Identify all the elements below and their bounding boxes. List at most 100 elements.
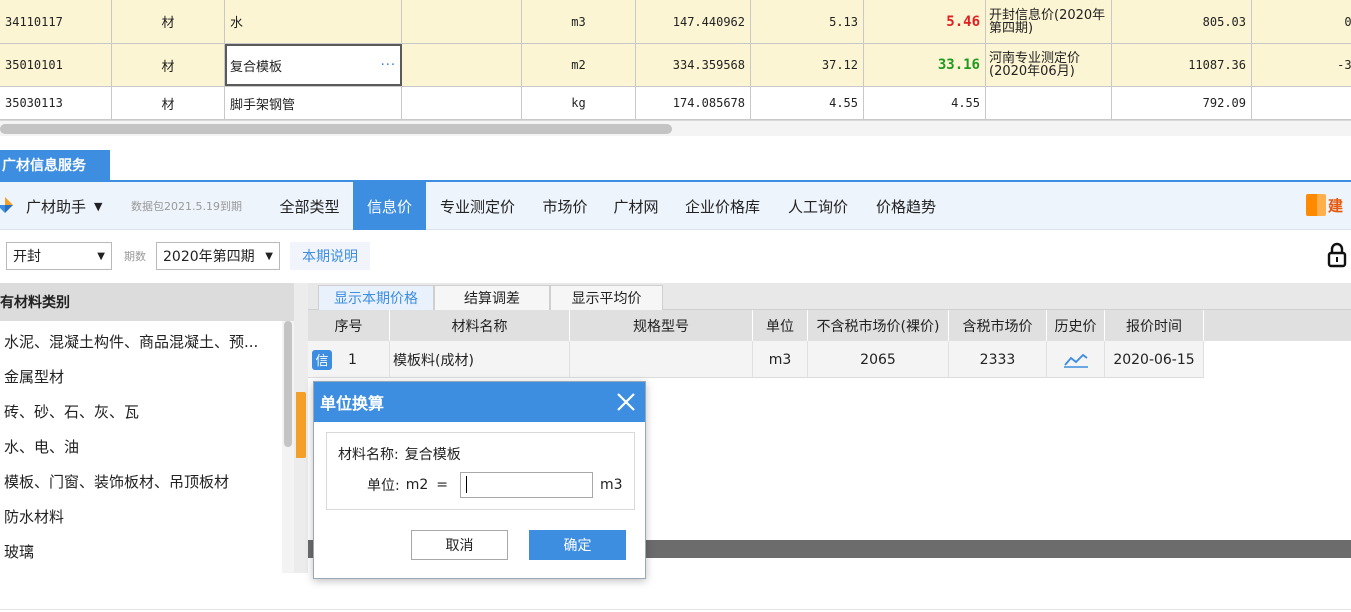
table-row[interactable]: 35030113 材 脚手架钢管 kg 174.085678 4.55 4.55… (0, 87, 1351, 120)
region-select[interactable]: 开封 ▼ (6, 242, 112, 270)
material-unit[interactable]: m3 (522, 0, 636, 43)
info-badge-icon: 信 (312, 349, 332, 370)
tab-market-price[interactable]: 市场价 (529, 182, 601, 230)
material-unit[interactable]: kg (522, 87, 636, 119)
close-icon[interactable] (614, 390, 638, 414)
service-panel-tab[interactable]: 广材信息服务 (0, 150, 110, 180)
market-price[interactable]: 5.46 (864, 0, 986, 43)
unit-to: m3 (600, 477, 623, 493)
lock-icon[interactable] (1326, 242, 1348, 268)
material-name[interactable]: 脚手架钢管 (225, 87, 402, 119)
material-price: 4.55 (751, 87, 864, 119)
market-price[interactable]: 33.16 (864, 44, 986, 86)
category-panel: 有材料类别 水泥、混凝土构件、商品混凝土、预... 金属型材 砖、砂、石、灰、瓦… (0, 283, 294, 573)
result-table-header: 序号 材料名称 规格型号 单位 不含税市场价(裸价) 含税市场价 历史价 报价时… (308, 310, 1351, 341)
material-name: 复合模板 (230, 59, 283, 75)
price-diff: -3.9 (1252, 44, 1351, 86)
cancel-button[interactable]: 取消 (411, 530, 508, 560)
assistant-label: 广材助手 (26, 197, 87, 216)
period-description-button[interactable]: 本期说明 (290, 242, 370, 270)
material-name-value: 复合模板 (404, 447, 461, 463)
period-select[interactable]: 2020年第四期 ▼ (156, 242, 280, 270)
material-unit[interactable]: m2 (522, 44, 636, 86)
tab-professional-price[interactable]: 专业测定价 (426, 182, 529, 230)
material-qty: 174.085678 (636, 87, 751, 119)
chevron-down-icon: ▼ (94, 199, 103, 213)
unit-conversion-dialog: 单位换算 材料名称: 复合模板 单位: m2 = m3 取消 确定 (313, 381, 646, 579)
scrollbar-thumb[interactable] (284, 321, 292, 447)
collapse-handle[interactable] (296, 392, 306, 458)
assistant-dropdown[interactable]: 广材助手 ▼ (26, 182, 102, 230)
category-item[interactable]: 玻璃 (4, 534, 34, 569)
category-item[interactable]: 金属型材 (4, 359, 64, 394)
material-spec[interactable] (402, 0, 522, 43)
material-qty: 147.440962 (636, 0, 751, 43)
price-incl-tax: 2333 (949, 341, 1047, 378)
column-header[interactable]: 报价时间 (1105, 310, 1204, 341)
period-value: 2020年第四期 (163, 249, 255, 265)
tab-info-price[interactable]: 信息价 (353, 182, 426, 230)
material-type: 材 (112, 44, 225, 86)
price-diff: 0.3 (1252, 0, 1351, 43)
tab-average-price[interactable]: 显示平均价 (550, 285, 663, 310)
material-name[interactable]: 水 (225, 0, 402, 43)
material-name-editor[interactable]: 复合模板 ··· (225, 44, 402, 86)
material-unit: m3 (753, 341, 808, 378)
chevron-down-icon: ▼ (265, 250, 273, 262)
text-cursor (466, 476, 467, 493)
trend-chart-icon[interactable] (1063, 352, 1089, 368)
category-scrollbar[interactable] (282, 321, 294, 573)
category-item[interactable]: 砖、砂、石、灰、瓦 (4, 394, 139, 429)
material-spec (570, 341, 753, 378)
category-item[interactable]: 水、电、油 (4, 429, 79, 464)
material-amount: 11087.36 (1112, 44, 1252, 86)
more-options-icon[interactable]: ··· (381, 58, 396, 73)
horizontal-scrollbar[interactable] (0, 120, 1351, 136)
history-price-cell[interactable] (1047, 341, 1105, 378)
unit-row: 单位: m2 = (367, 475, 448, 495)
column-header[interactable]: 含税市场价 (949, 310, 1047, 341)
chevron-down-icon: ▼ (97, 250, 105, 262)
brand-icon (1306, 194, 1326, 216)
conversion-factor-input[interactable] (460, 472, 593, 498)
row-index-cell: 信 1 (308, 341, 390, 378)
tab-all-types[interactable]: 全部类型 (266, 182, 353, 230)
tab-enterprise-library[interactable]: 企业价格库 (671, 182, 774, 230)
material-price: 37.12 (751, 44, 864, 86)
material-name-label: 材料名称: (338, 447, 399, 463)
column-header[interactable]: 单位 (753, 310, 808, 341)
scrollbar-thumb[interactable] (0, 124, 672, 134)
material-grid: 34110117 材 水 m3 147.440962 5.13 5.46 开封信… (0, 0, 1351, 120)
market-price[interactable]: 4.55 (864, 87, 986, 119)
tab-price-trend[interactable]: 价格趋势 (862, 182, 950, 230)
window-bottom-divider (0, 609, 1351, 610)
column-header[interactable]: 不含税市场价(裸价) (808, 310, 949, 341)
category-item[interactable]: 水泥、混凝土构件、商品混凝土、预... (4, 324, 258, 359)
category-item[interactable]: 模板、门窗、装饰板材、吊顶板材 (4, 464, 229, 499)
material-spec[interactable] (402, 87, 522, 119)
column-header[interactable]: 历史价 (1047, 310, 1105, 341)
service-toolbar: 广材助手 ▼ 数据包2021.5.19到期 全部类型 信息价 专业测定价 市场价… (0, 180, 1351, 230)
ok-button[interactable]: 确定 (529, 530, 626, 560)
category-item[interactable]: 防水材料 (4, 499, 64, 534)
table-row[interactable]: 信 1 模板料(成材) m3 2065 2333 2020-06-15 (308, 341, 1204, 378)
brand-link[interactable]: 建 (1306, 194, 1343, 216)
price-source: 开封信息价(2020年第四期) (986, 0, 1112, 43)
material-code: 34110117 (0, 0, 112, 43)
category-header: 有材料类别 (0, 283, 294, 321)
price-ex-tax: 2065 (808, 341, 949, 378)
table-row[interactable]: 35010101 材 复合模板 ··· m2 334.359568 37.12 … (0, 44, 1351, 87)
column-header[interactable]: 序号 (308, 310, 390, 341)
price-diff (1252, 87, 1351, 119)
material-name-row: 材料名称: 复合模板 (338, 444, 461, 464)
tab-manual-inquiry[interactable]: 人工询价 (774, 182, 862, 230)
tab-gldcc-web[interactable]: 广材网 (601, 182, 671, 230)
assistant-logo-icon (0, 197, 13, 213)
material-type: 材 (112, 87, 225, 119)
material-spec[interactable] (402, 44, 522, 86)
table-row[interactable]: 34110117 材 水 m3 147.440962 5.13 5.46 开封信… (0, 0, 1351, 44)
tab-settlement-adjust[interactable]: 结算调差 (434, 285, 550, 310)
column-header[interactable]: 规格型号 (570, 310, 753, 341)
tab-current-price[interactable]: 显示本期价格 (318, 285, 434, 310)
column-header[interactable]: 材料名称 (390, 310, 570, 341)
